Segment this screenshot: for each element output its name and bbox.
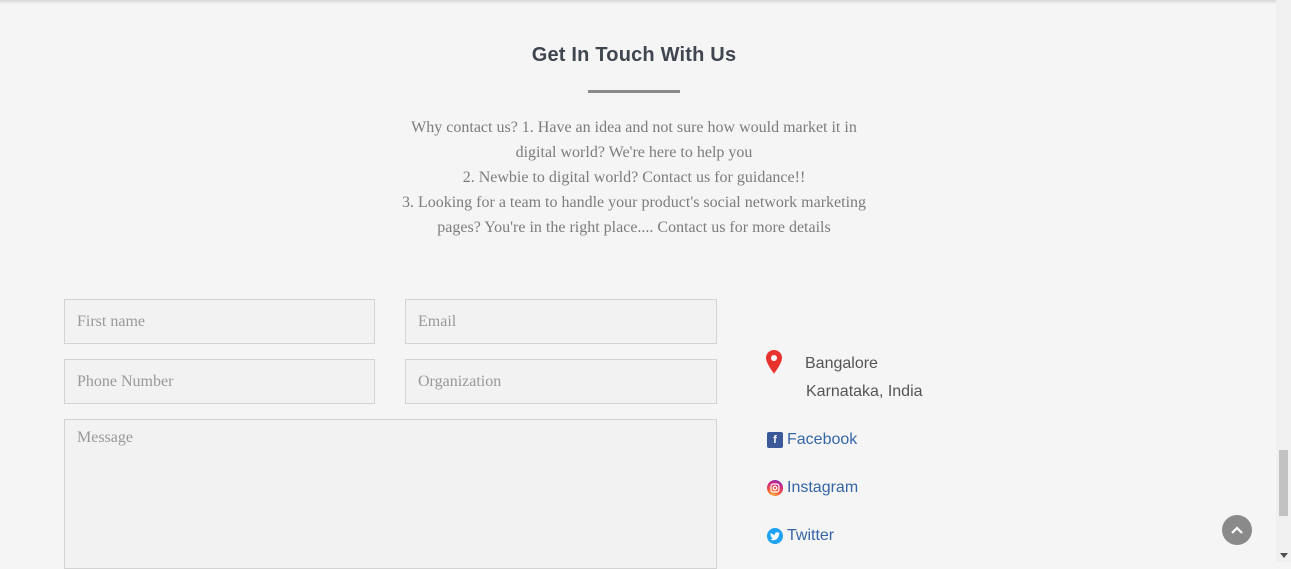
twitter-link[interactable]: Twitter xyxy=(767,527,834,545)
organization-placeholder: Organization xyxy=(418,372,502,390)
address-city: Bangalore xyxy=(805,355,878,372)
chevron-up-icon xyxy=(1231,526,1243,534)
phone-number-placeholder: Phone Number xyxy=(77,372,174,390)
intro-line: pages? You're in the right place.... Con… xyxy=(437,219,831,236)
first-name-placeholder: First name xyxy=(77,312,145,330)
section-title: Get In Touch With Us xyxy=(531,44,737,66)
email-placeholder: Email xyxy=(418,312,457,330)
map-pin-icon xyxy=(766,350,782,374)
first-name-field[interactable]: First name xyxy=(64,299,375,344)
location-pin-wrapper xyxy=(766,350,782,379)
intro-text: Why contact us? 1. Have an idea and not … xyxy=(384,115,884,240)
twitter-icon xyxy=(767,528,783,544)
instagram-link-label: Instagram xyxy=(787,479,859,496)
facebook-link[interactable]: f Facebook xyxy=(767,431,857,449)
page-scrollbar[interactable] xyxy=(1276,0,1291,562)
scroll-down-arrow[interactable] xyxy=(1276,548,1291,562)
organization-field[interactable]: Organization xyxy=(405,359,717,404)
message-placeholder: Message xyxy=(77,429,133,446)
phone-number-field[interactable]: Phone Number xyxy=(64,359,375,404)
intro-line: 3. Looking for a team to handle your pro… xyxy=(401,194,867,211)
address-region: Karnataka, India xyxy=(806,383,923,400)
intro-line: Why contact us? 1. Have an idea and not … xyxy=(411,119,857,136)
message-textarea[interactable]: Message xyxy=(64,419,717,569)
triangle-down-icon xyxy=(1279,552,1288,558)
scroll-to-top-button[interactable] xyxy=(1222,515,1252,545)
intro-line: 2. Newbie to digital world? Contact us f… xyxy=(462,169,806,186)
facebook-icon: f xyxy=(767,432,783,448)
instagram-link[interactable]: Instagram xyxy=(767,479,858,497)
instagram-icon xyxy=(767,480,783,496)
scrollbar-thumb[interactable] xyxy=(1279,450,1288,516)
intro-line: digital world? We're here to help you xyxy=(515,144,753,161)
twitter-link-label: Twitter xyxy=(787,527,835,544)
header-shadow xyxy=(0,0,1276,4)
title-divider xyxy=(588,90,680,93)
email-field[interactable]: Email xyxy=(405,299,717,344)
facebook-link-label: Facebook xyxy=(787,431,858,448)
